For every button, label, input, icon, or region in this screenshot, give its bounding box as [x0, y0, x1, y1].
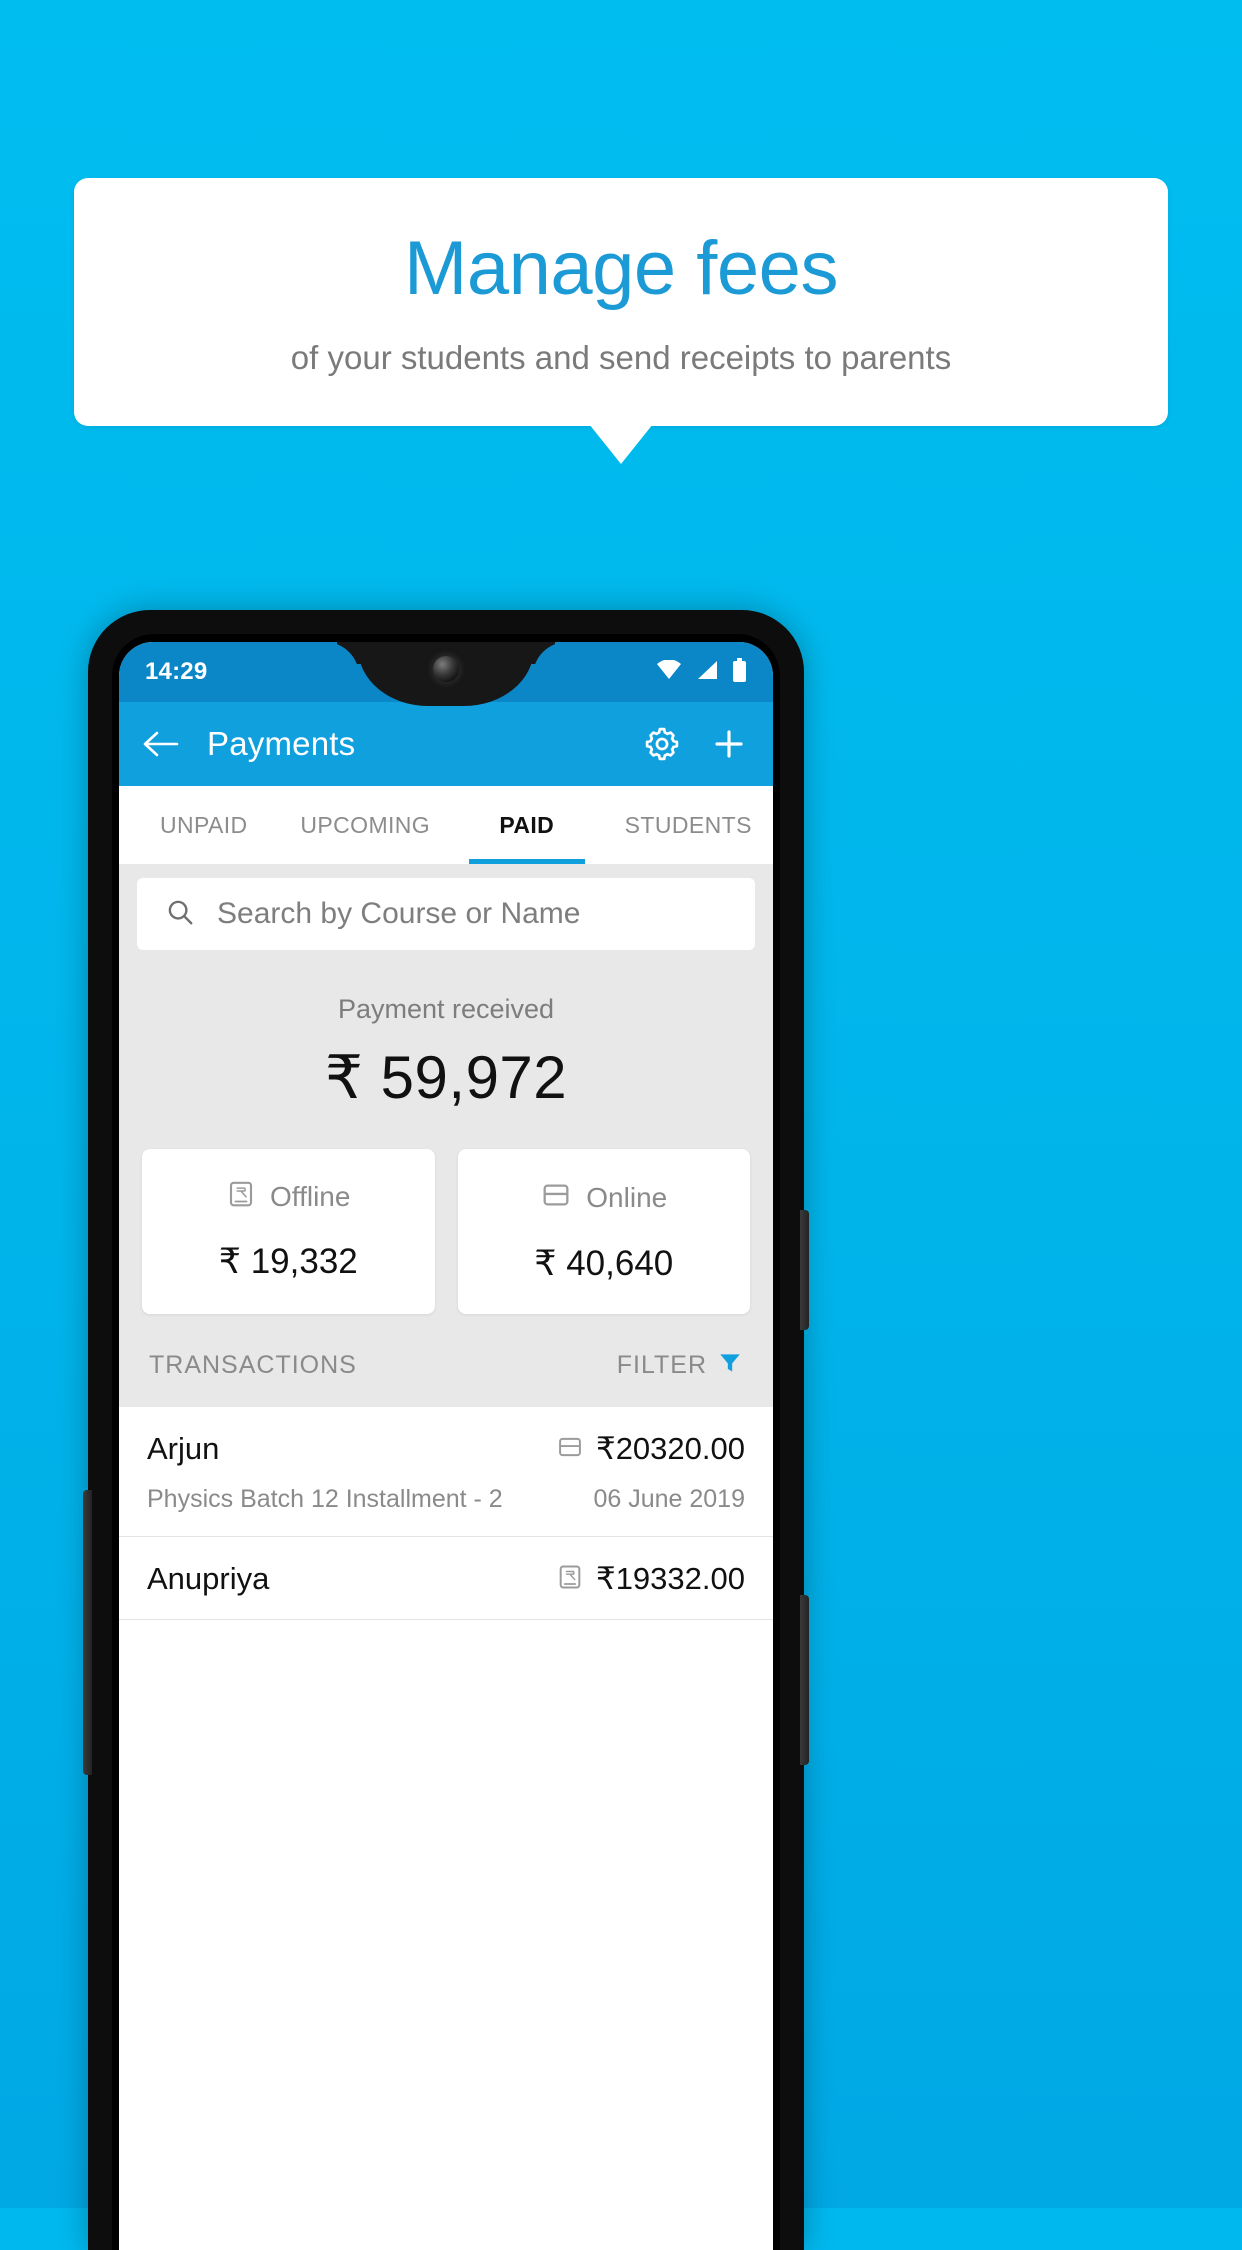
transaction-secondary-line: Physics Batch 12 Installment - 2 06 June… — [147, 1485, 745, 1514]
tab-unpaid[interactable]: UNPAID — [123, 786, 285, 864]
transaction-name: Arjun — [147, 1431, 220, 1466]
transactions-label: TRANSACTIONS — [149, 1351, 357, 1379]
rupee-note-icon — [556, 1563, 584, 1596]
transaction-amount: ₹19332.00 — [595, 1561, 745, 1596]
promo-callout-bubble: Manage fees of your students and send re… — [74, 178, 1168, 426]
payment-summary: Payment received ₹ 59,972 — [119, 950, 773, 1113]
phone-power-button[interactable] — [800, 1210, 809, 1330]
offline-card-amount: ₹ 19,332 — [218, 1242, 358, 1281]
promo-title: Manage fees — [404, 225, 838, 311]
transaction-amount-group: ₹20320.00 — [556, 1431, 745, 1467]
status-icons — [656, 657, 747, 687]
page-title: Payments — [207, 725, 356, 762]
tab-bar: UNPAID UPCOMING PAID STUDENTS — [119, 786, 773, 864]
wifi-icon — [656, 658, 682, 685]
front-camera — [433, 656, 459, 682]
credit-card-icon — [540, 1179, 572, 1216]
summary-label: Payment received — [337, 994, 555, 1024]
app-bar-actions — [643, 725, 751, 763]
app-bar: Payments — [119, 702, 773, 786]
phone-side-button[interactable] — [800, 1595, 809, 1765]
transaction-primary-line: Arjun ₹20320.00 — [147, 1431, 745, 1467]
funnel-icon — [717, 1350, 743, 1381]
search-placeholder: Search by Course or Name — [217, 897, 581, 930]
transactions-header: TRANSACTIONS FILTER — [119, 1314, 773, 1407]
phone-volume-button[interactable] — [83, 1490, 92, 1775]
phone-screen: 14:29 Payments UNPAID UPCOMING PAID STUD… — [119, 642, 773, 2250]
promo-bubble-tail — [589, 424, 653, 464]
filter-label: FILTER — [616, 1351, 707, 1379]
battery-icon — [732, 657, 747, 687]
plus-icon[interactable] — [711, 726, 747, 762]
summary-amount: ₹ 59,972 — [324, 1044, 568, 1111]
promo-subtitle: of your students and send receipts to pa… — [290, 338, 952, 376]
tab-students[interactable]: STUDENTS — [608, 786, 770, 864]
offline-card[interactable]: Offline ₹ 19,332 — [142, 1149, 435, 1314]
table-row[interactable]: Arjun ₹20320.00 Physics Batch 12 Install… — [119, 1407, 773, 1537]
online-card-amount: ₹ 40,640 — [534, 1244, 674, 1283]
search-input[interactable]: Search by Course or Name — [137, 878, 755, 950]
status-time: 14:29 — [145, 658, 208, 685]
online-card-label: Online — [586, 1181, 668, 1213]
signal-icon — [696, 660, 718, 685]
search-icon — [165, 897, 195, 932]
transaction-amount-group: ₹19332.00 — [556, 1561, 745, 1597]
online-card[interactable]: Online ₹ 40,640 — [457, 1149, 751, 1314]
transaction-amount: ₹20320.00 — [595, 1431, 745, 1466]
transaction-primary-line: Anupriya ₹19332.00 — [147, 1561, 745, 1597]
table-row[interactable]: Anupriya ₹19332.00 — [119, 1537, 773, 1620]
filter-button[interactable]: FILTER — [617, 1350, 743, 1381]
search-section: Search by Course or Name — [119, 864, 773, 950]
payment-method-cards: Offline ₹ 19,332 Online ₹ 40,640 — [119, 1113, 773, 1314]
content-area: Search by Course or Name Payment receive… — [119, 864, 773, 1620]
rupee-note-icon — [226, 1179, 256, 1214]
offline-card-label: Offline — [270, 1180, 351, 1212]
transaction-description: Physics Batch 12 Installment - 2 — [147, 1485, 503, 1513]
tab-upcoming[interactable]: UPCOMING — [285, 786, 447, 864]
credit-card-icon — [556, 1433, 584, 1466]
transaction-date: 06 June 2019 — [593, 1485, 745, 1513]
transactions-list: Arjun ₹20320.00 Physics Batch 12 Install… — [119, 1407, 773, 1620]
transaction-name: Anupriya — [147, 1561, 270, 1596]
back-arrow-icon[interactable] — [141, 729, 179, 759]
phone-mockup: 14:29 Payments UNPAID UPCOMING PAID STUD… — [83, 610, 809, 2250]
offline-card-head: Offline — [142, 1179, 435, 1214]
status-bar: 14:29 — [119, 642, 773, 706]
gear-icon[interactable] — [643, 725, 681, 763]
tab-paid[interactable]: PAID — [446, 786, 608, 864]
online-card-head: Online — [458, 1179, 751, 1216]
